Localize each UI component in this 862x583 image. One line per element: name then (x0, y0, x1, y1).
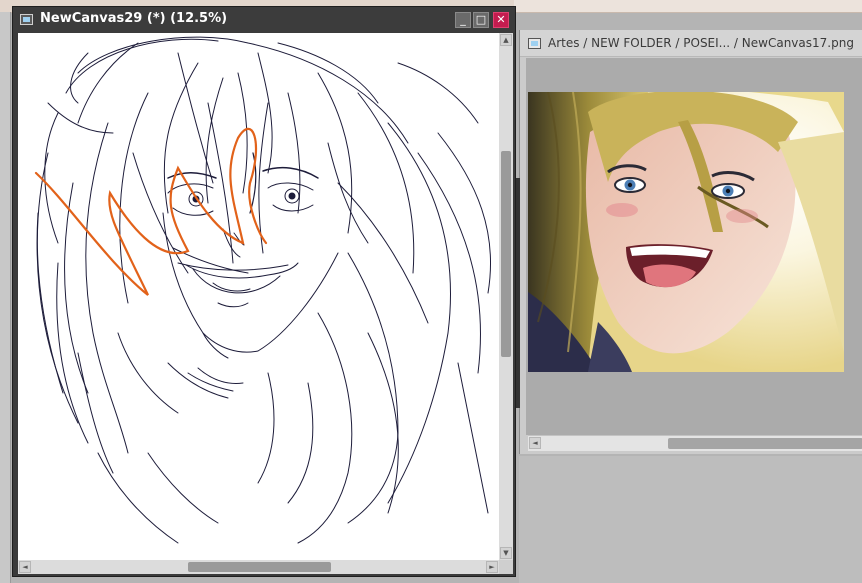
close-button[interactable]: ✕ (493, 12, 509, 28)
horizontal-scroll-thumb[interactable] (188, 562, 331, 572)
minimize-button[interactable]: _ (455, 12, 471, 28)
line-art-sketch (34, 36, 491, 544)
canvas-window-title: NewCanvas29 (*) (12.5%) (40, 11, 228, 26)
window-icon (20, 14, 33, 25)
scroll-down-arrow-icon[interactable]: ▼ (500, 547, 512, 559)
maximize-button[interactable]: □ (473, 12, 489, 28)
canvas-window[interactable]: NewCanvas29 (*) (12.5%) _ □ ✕ ▲ ▼ ◄ ► (12, 6, 516, 577)
reference-horizontal-scrollbar[interactable]: ◄ (528, 435, 862, 451)
illustration-graphic (528, 92, 844, 372)
canvas-vertical-scrollbar[interactable]: ▲ ▼ (499, 33, 513, 560)
vertical-scroll-thumb[interactable] (501, 151, 511, 357)
background-panel (519, 456, 862, 583)
canvas-window-titlebar[interactable]: NewCanvas29 (*) (12.5%) _ □ ✕ (13, 7, 515, 32)
background-window-edge (516, 178, 520, 408)
reference-scroll-thumb[interactable] (668, 438, 862, 449)
desktop-top-strip-right (514, 0, 862, 12)
canvas-horizontal-scrollbar[interactable]: ◄ ► (18, 560, 499, 574)
left-panel-edge (0, 12, 11, 583)
reference-illustration (528, 92, 844, 372)
resize-grip-icon[interactable] (499, 560, 513, 574)
reference-window-title: Artes / NEW FOLDER / POSEI... / NewCanva… (548, 36, 854, 50)
reference-image-window[interactable]: Artes / NEW FOLDER / POSEI... / NewCanva… (519, 30, 862, 454)
scroll-right-arrow-icon[interactable]: ► (486, 561, 498, 573)
reference-window-titlebar[interactable]: Artes / NEW FOLDER / POSEI... / NewCanva… (520, 30, 862, 57)
scroll-left-arrow-icon[interactable]: ◄ (19, 561, 31, 573)
scroll-left-arrow-icon[interactable]: ◄ (529, 437, 541, 449)
scroll-up-arrow-icon[interactable]: ▲ (500, 34, 512, 46)
drawing-canvas[interactable] (18, 33, 499, 560)
window-icon (528, 38, 541, 49)
